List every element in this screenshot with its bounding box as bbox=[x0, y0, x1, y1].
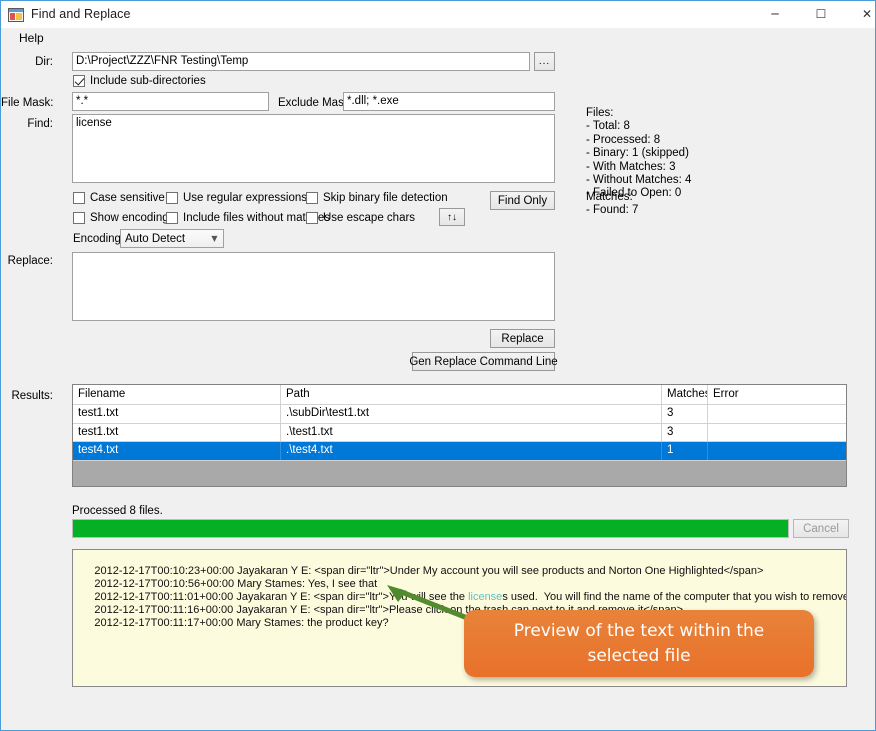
cell-error bbox=[708, 424, 827, 442]
preview-line: 2012-12-17T00:11:17+00:00 Mary Stames: t… bbox=[76, 605, 389, 641]
file-mask-input[interactable]: *.* bbox=[72, 92, 269, 111]
progress-status-text: Processed 8 files. bbox=[72, 505, 163, 517]
table-row[interactable]: test1.txt .\subDir\test1.txt 3 bbox=[73, 405, 846, 424]
cell-matches: 3 bbox=[662, 423, 708, 442]
minimize-button[interactable]: ─ bbox=[752, 1, 798, 27]
option-label: Use escape chars bbox=[323, 212, 416, 224]
matches-stats-block: Matches: - Found: 7 bbox=[586, 191, 639, 217]
checkbox-box bbox=[73, 192, 85, 204]
include-subdirectories-checkbox[interactable]: Include sub-directories bbox=[73, 75, 206, 87]
replace-button[interactable]: Replace bbox=[490, 329, 555, 348]
maximize-icon: ☐ bbox=[815, 7, 827, 21]
close-icon: ✕ bbox=[861, 7, 873, 21]
option-label: Case sensitive bbox=[90, 192, 165, 204]
cell-error bbox=[708, 442, 827, 460]
annotation-callout-text: Preview of the text within the selected … bbox=[513, 620, 765, 666]
gen-replace-command-line-button[interactable]: Gen Replace Command Line bbox=[409, 352, 558, 371]
find-textarea[interactable]: license bbox=[72, 114, 555, 183]
window-title: Find and Replace bbox=[31, 7, 131, 21]
column-header-filename[interactable]: Filename bbox=[73, 385, 281, 404]
title-bar: Find and Replace ─ ☐ ✕ bbox=[1, 1, 875, 29]
table-row[interactable]: test1.txt .\test1.txt 3 bbox=[73, 423, 846, 443]
close-button[interactable]: ✕ bbox=[844, 1, 875, 27]
cell-filename: test4.txt bbox=[73, 442, 281, 460]
option-label: Show encoding bbox=[90, 212, 169, 224]
replace-label: Replace: bbox=[7, 255, 53, 267]
find-only-button[interactable]: Find Only bbox=[490, 191, 555, 210]
checkbox-box bbox=[166, 212, 178, 224]
chevron-down-icon: ▼ bbox=[211, 234, 218, 243]
cell-filename: test1.txt bbox=[73, 423, 281, 442]
app-form-icon bbox=[8, 7, 24, 23]
cell-path: .\test1.txt bbox=[281, 423, 662, 442]
preview-line-text: 2012-12-17T00:11:17+00:00 Mary Stames: t… bbox=[94, 617, 389, 629]
option-show-encoding-checkbox[interactable]: Show encoding bbox=[73, 212, 169, 224]
encoding-label: Encoding: bbox=[73, 233, 125, 245]
checkbox-box bbox=[73, 212, 85, 224]
files-stats-block: Files: - Total: 8 - Processed: 8 - Binar… bbox=[586, 107, 692, 200]
checkbox-box bbox=[306, 192, 318, 204]
option-label: Skip binary file detection bbox=[323, 192, 448, 204]
checkbox-box bbox=[306, 212, 318, 224]
cell-error bbox=[708, 405, 827, 423]
encoding-select[interactable]: Auto Detect ▼ bbox=[120, 229, 224, 248]
progress-bar bbox=[72, 519, 789, 538]
option-use-regular-expressions-checkbox[interactable]: Use regular expressions bbox=[166, 192, 307, 204]
option-label: Use regular expressions bbox=[183, 192, 308, 204]
cell-filename: test1.txt bbox=[73, 405, 281, 423]
cell-matches: 1 bbox=[662, 442, 708, 460]
menu-item-help[interactable]: Help bbox=[15, 30, 48, 46]
cell-path: .\test4.txt bbox=[281, 442, 662, 460]
exclude-mask-label: Exclude Mask: bbox=[278, 97, 353, 109]
column-header-path[interactable]: Path bbox=[281, 385, 662, 404]
results-label: Results: bbox=[11, 390, 53, 402]
annotation-callout: Preview of the text within the selected … bbox=[464, 610, 814, 677]
menu-bar: Help bbox=[2, 28, 875, 47]
dir-input[interactable]: D:\Project\ZZZ\FNR Testing\Temp bbox=[72, 52, 530, 71]
encoding-value: Auto Detect bbox=[125, 232, 186, 245]
cancel-button[interactable]: Cancel bbox=[793, 519, 849, 538]
dir-label: Dir: bbox=[35, 56, 53, 68]
include-subdirectories-label: Include sub-directories bbox=[90, 75, 206, 87]
checkbox-box bbox=[166, 192, 178, 204]
exclude-mask-input[interactable]: *.dll; *.exe bbox=[343, 92, 555, 111]
option-case-sensitive-checkbox[interactable]: Case sensitive bbox=[73, 192, 165, 204]
column-header-matches[interactable]: Matches bbox=[662, 385, 708, 404]
column-header-error[interactable]: Error bbox=[708, 385, 827, 404]
find-and-replace-window: Find and Replace ─ ☐ ✕ Help Dir: D:\Proj… bbox=[0, 0, 876, 731]
checkbox-box bbox=[73, 75, 85, 87]
table-row-selected[interactable]: test4.txt .\test4.txt 1 bbox=[73, 442, 846, 461]
find-label: Find: bbox=[27, 118, 53, 130]
table-header-row: Filename Path Matches Error bbox=[73, 385, 846, 405]
maximize-button[interactable]: ☐ bbox=[798, 1, 844, 27]
option-skip-binary-file-detection-checkbox[interactable]: Skip binary file detection bbox=[306, 192, 448, 204]
file-mask-label: File Mask: bbox=[1, 97, 54, 109]
swap-find-replace-button[interactable]: ↑↓ bbox=[439, 208, 465, 226]
progress-bar-fill bbox=[73, 520, 788, 537]
cell-path: .\subDir\test1.txt bbox=[281, 405, 662, 423]
minimize-icon: ─ bbox=[771, 7, 779, 21]
browse-dir-button[interactable]: ... bbox=[534, 52, 555, 71]
option-use-escape-chars-checkbox[interactable]: Use escape chars bbox=[306, 212, 415, 224]
replace-textarea[interactable] bbox=[72, 252, 555, 321]
cell-matches: 3 bbox=[662, 405, 708, 423]
results-table[interactable]: Filename Path Matches Error test1.txt .\… bbox=[72, 384, 847, 487]
